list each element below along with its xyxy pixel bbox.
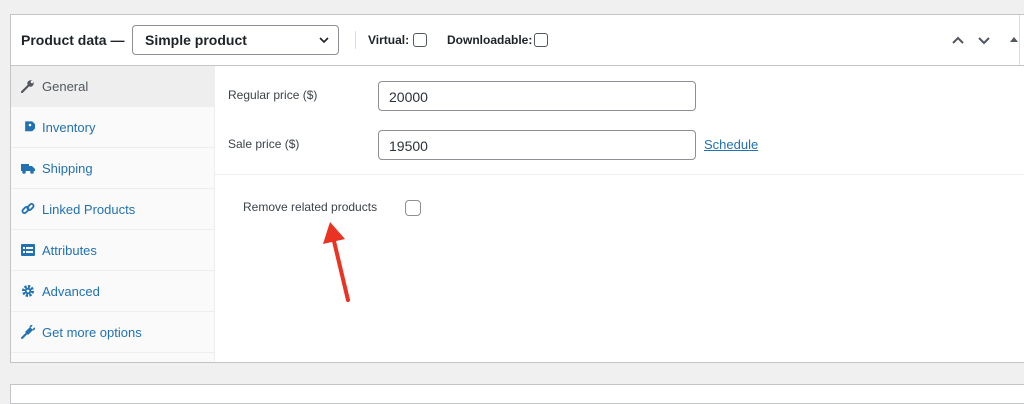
annotation-arrow-icon [323,222,350,302]
